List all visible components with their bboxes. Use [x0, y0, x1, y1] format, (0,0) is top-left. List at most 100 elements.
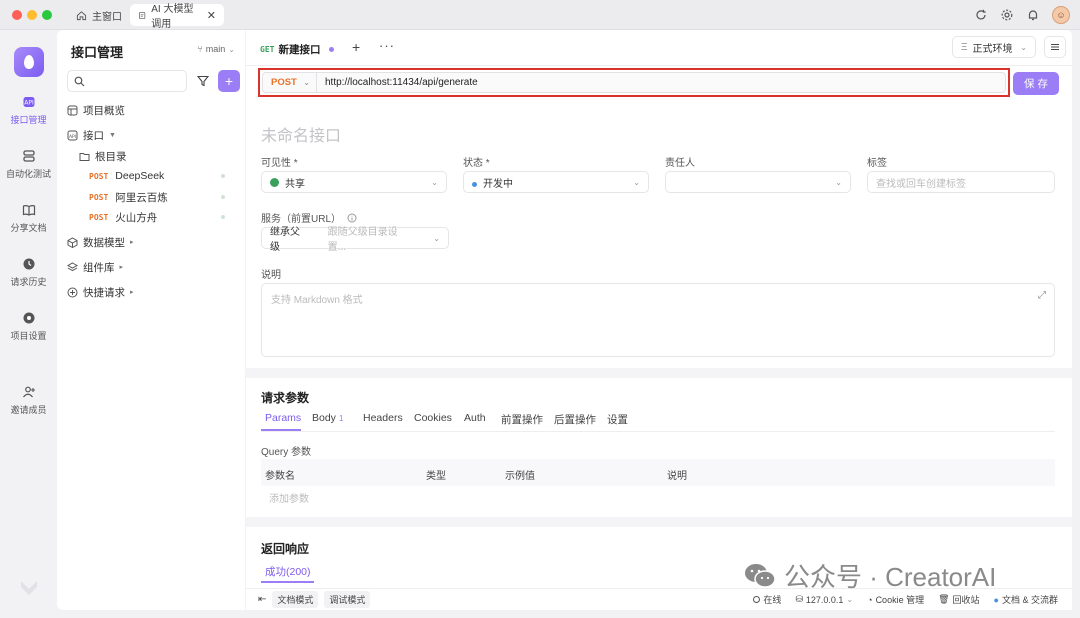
collapse-sidebar-icon[interactable]: ⇤ [258, 594, 266, 605]
window-tab-home[interactable]: 主窗口 [68, 4, 130, 26]
rail-item-automation[interactable]: 自动化测试 [0, 149, 57, 180]
cookie-manager[interactable]: ◔ Cookie 管理 [867, 593, 924, 606]
tree-item-interfaces[interactable]: API 接口 ▼ [67, 126, 116, 144]
description-label: 说明 [261, 270, 281, 281]
endpoint-item[interactable]: POST 阿里云百炼 [89, 188, 239, 206]
online-status[interactable]: 在线 [753, 593, 781, 606]
main-panel: GET 新建接口 + ··· Ξ 正式环境 ⌄ POST ⌄ http://lo… [246, 30, 1072, 610]
chevron-down-icon: ⌄ [228, 44, 235, 54]
tab-settings[interactable]: 设置 [607, 412, 628, 427]
docs-label: 文档 & 交流群 [1001, 595, 1058, 605]
trash-bin[interactable]: 🗑︎ 回收站 [938, 593, 979, 606]
more-icon[interactable]: ··· [379, 38, 395, 53]
tab-body[interactable]: Body 1 [312, 412, 343, 424]
section-divider [246, 368, 1072, 378]
close-tab-icon[interactable]: ✕ [207, 9, 216, 22]
sidebar-search-input[interactable] [67, 70, 187, 92]
info-icon[interactable] [347, 213, 357, 223]
tab-post-processors[interactable]: 后置操作 [554, 412, 596, 427]
endpoint-item[interactable]: POST DeepSeek [89, 167, 239, 185]
rail-item-invite-members[interactable]: 邀请成员 [0, 385, 57, 416]
branch-icon: ⑂ [197, 44, 203, 54]
bell-icon[interactable] [1026, 8, 1040, 22]
column-header-type: 类型 [426, 471, 446, 482]
tab-auth[interactable]: Auth [464, 412, 486, 424]
user-avatar[interactable]: ☺ [1052, 6, 1070, 24]
tree-item-root-folder[interactable]: 根目录 [79, 147, 127, 165]
status-select[interactable]: 开发中 ⌄ [463, 171, 649, 193]
close-window-button[interactable] [12, 10, 22, 20]
chevron-down-icon: ⌄ [303, 78, 310, 87]
tab-response-success[interactable]: 成功(200) [265, 564, 311, 579]
refresh-icon[interactable] [974, 8, 988, 22]
active-tab-indicator [261, 429, 301, 431]
tree-item-components[interactable]: 组件库 ▸ [67, 258, 123, 276]
caret-right-icon: ▸ [130, 289, 134, 296]
column-header-example: 示例值 [505, 471, 535, 482]
tree-item-overview[interactable]: 项目概览 [67, 101, 125, 119]
column-header-description: 说明 [667, 471, 687, 482]
rail-item-label: 分享文档 [10, 223, 47, 233]
community-icon: ● [993, 594, 999, 605]
status-dot [221, 174, 225, 178]
debug-mode-button[interactable]: 调试模式 [324, 591, 371, 608]
expand-icon[interactable]: ⤢ [1038, 290, 1046, 301]
new-tab-button[interactable]: + [352, 39, 360, 55]
window-tab-label: AI 大模型调用 [151, 4, 194, 30]
tab-pre-processors[interactable]: 前置操作 [501, 412, 543, 427]
window-tab-ai[interactable]: AI 大模型调用 ✕ [130, 4, 224, 30]
layers-icon [67, 261, 78, 271]
rail-item-shared-docs[interactable]: 分享文档 [0, 203, 57, 234]
add-button[interactable]: + [218, 70, 240, 92]
svg-text:API: API [24, 100, 34, 107]
rail-item-label: 请求历史 [10, 277, 47, 287]
tab-body-label: Body [312, 412, 336, 424]
environment-select[interactable]: Ξ 正式环境 ⌄ [952, 36, 1036, 58]
online-icon [753, 596, 761, 603]
environment-icon: Ξ [961, 41, 968, 53]
method-select[interactable]: POST ⌄ [263, 73, 317, 92]
owner-select[interactable]: ⌄ [665, 171, 851, 193]
doc-mode-button[interactable]: 文档模式 [272, 591, 319, 608]
rail-item-project-settings[interactable]: 项目设置 [0, 311, 57, 342]
service-select[interactable]: 继承父级 跟随父级目录设置... ⌄ [261, 227, 449, 253]
maximize-window-button[interactable] [42, 10, 52, 20]
service-value: 继承父级 [270, 227, 300, 253]
tree-item-quick-requests[interactable]: 快捷请求 ▸ [67, 283, 134, 301]
automation-icon [22, 150, 35, 162]
host-selector[interactable]: ⛁ 127.0.0.1 ⌄ [795, 594, 853, 605]
menu-button[interactable] [1044, 36, 1066, 58]
docs-community[interactable]: ● 文档 & 交流群 [994, 593, 1058, 606]
tab-params[interactable]: Params [265, 412, 301, 424]
rail-item-api-management[interactable]: API 接口管理 [0, 95, 57, 126]
status-dot [221, 195, 225, 199]
interface-name-input[interactable]: 未命名接口 [261, 122, 341, 146]
visibility-select[interactable]: 共享 ⌄ [261, 171, 447, 193]
tree-item-label: 根目录 [95, 150, 127, 163]
rail-item-label: 接口管理 [10, 115, 47, 125]
rail-item-history[interactable]: 请求历史 [0, 257, 57, 288]
tree-item-data-models[interactable]: 数据模型 ▸ [67, 233, 134, 251]
environment-value: 正式环境 [972, 43, 1013, 55]
tags-placeholder: 查找或回车创建标签 [876, 178, 966, 190]
branch-selector[interactable]: ⑂ main ⌄ [197, 44, 235, 54]
chevron-down-icon: ⌄ [431, 177, 438, 187]
endpoint-name: 阿里云百炼 [115, 191, 168, 204]
endpoint-item[interactable]: POST 火山方舟 [89, 208, 239, 226]
body-count-badge: 1 [338, 414, 344, 423]
tags-input[interactable]: 查找或回车创建标签 [867, 171, 1055, 193]
tab-new-interface[interactable]: GET 新建接口 [260, 42, 335, 57]
plus-icon: + [224, 73, 234, 89]
tab-headers[interactable]: Headers [363, 412, 403, 424]
visibility-value: 共享 [285, 178, 305, 190]
active-tab-indicator [261, 581, 314, 583]
gear-icon[interactable] [1000, 8, 1014, 22]
url-input[interactable]: http://localhost:11434/api/generate [317, 77, 478, 88]
rail-item-label: 邀请成员 [10, 405, 47, 415]
save-button[interactable]: 保 存 [1013, 72, 1059, 95]
minimize-window-button[interactable] [27, 10, 37, 20]
filter-button[interactable] [193, 71, 213, 91]
add-param-input[interactable]: 添加参数 [269, 490, 309, 505]
description-textarea[interactable]: 支持 Markdown 格式 ⤢ [261, 283, 1055, 357]
tab-cookies[interactable]: Cookies [414, 412, 452, 424]
